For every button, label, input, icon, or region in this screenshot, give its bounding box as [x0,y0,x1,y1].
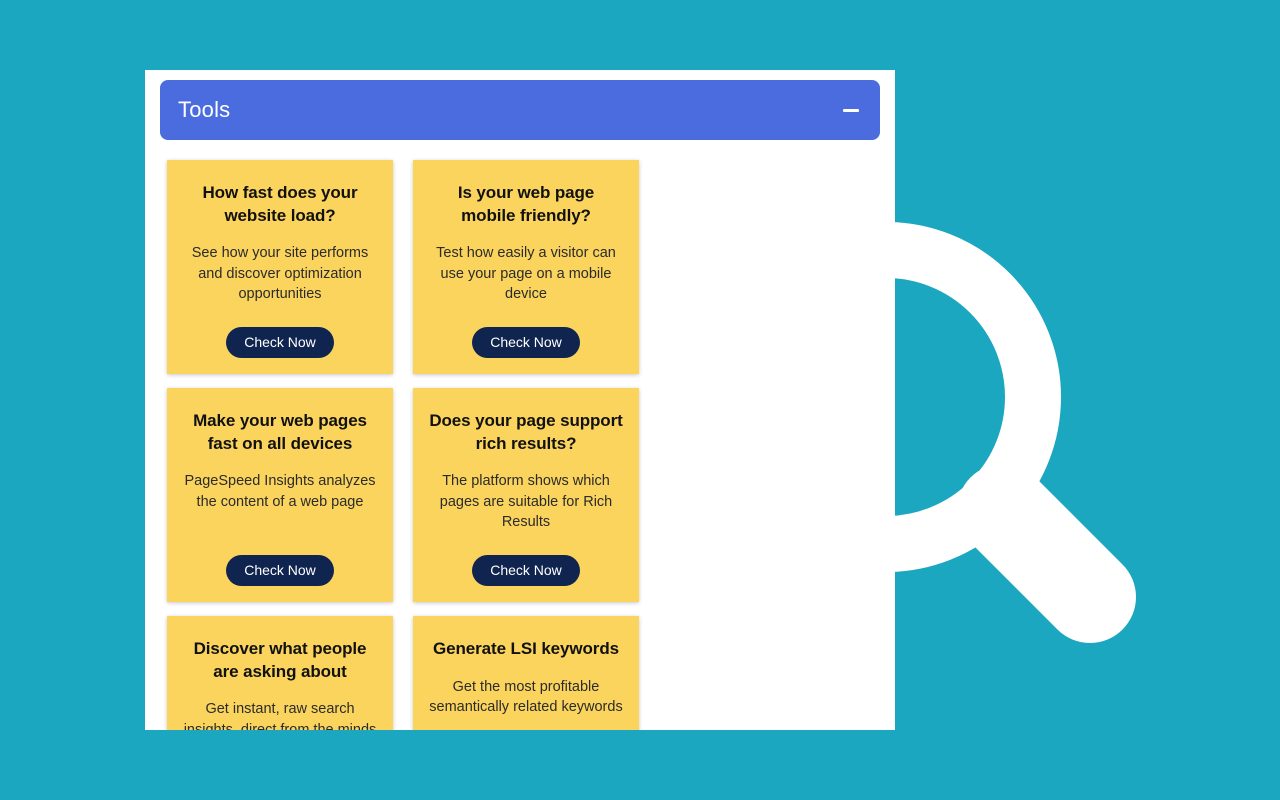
check-now-button[interactable]: Check Now [226,555,334,586]
tools-panel-header: Tools [160,80,880,140]
tool-card[interactable]: Does your page support rich results? The… [413,388,639,602]
tool-card-title: Does your page support rich results? [429,411,623,453]
magnifier-handle [957,464,1136,643]
tool-card-title: Make your web pages fast on all devices [193,411,367,453]
tool-card-description: See how your site performs and discover … [191,245,369,302]
minus-icon[interactable] [840,99,862,121]
tools-card-grid: How fast does your website load? See how… [167,160,877,730]
tool-card-title: Generate LSI keywords [433,639,619,658]
tools-panel: Tools How fast does your website load? S… [145,70,895,730]
tool-card-title: How fast does your website load? [202,183,358,225]
check-now-button[interactable]: Check Now [472,327,580,358]
tool-card-description: Get the most profitable semantically rel… [429,678,623,715]
tool-card[interactable]: Generate LSI keywords Get the most profi… [413,616,639,730]
tool-card-description: Test how easily a visitor can use your p… [436,245,616,302]
tool-card[interactable]: How fast does your website load? See how… [167,160,393,374]
tool-card-title: Is your web page mobile friendly? [457,183,595,225]
tool-card-description: The platform shows which pages are suita… [439,473,613,530]
tool-card[interactable]: Is your web page mobile friendly? Test h… [413,160,639,374]
tool-card[interactable]: Make your web pages fast on all devices … [167,388,393,602]
check-now-button[interactable]: Check Now [472,555,580,586]
tool-card-description: Get instant, raw search insights, direct… [183,701,377,730]
tool-card-title: Discover what people are asking about [193,639,367,681]
minus-icon-bar [843,109,859,112]
tool-card[interactable]: Discover what people are asking about Ge… [167,616,393,730]
page-title: Tools [178,97,231,122]
tool-card-description: PageSpeed Insights analyzes the content … [184,473,376,510]
check-now-button[interactable]: Check Now [226,327,334,358]
